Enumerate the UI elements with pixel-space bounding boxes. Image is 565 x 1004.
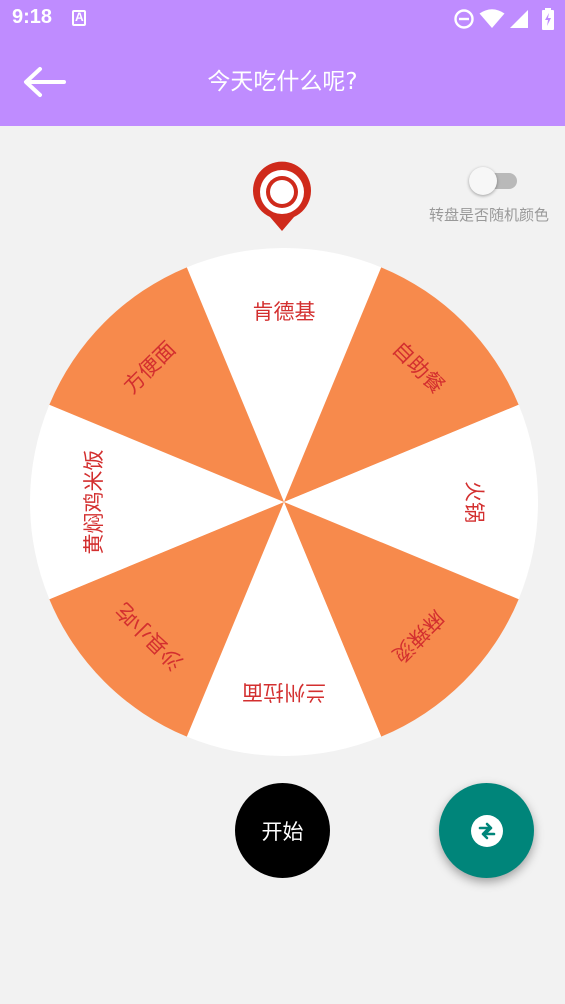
battery-icon (542, 8, 554, 30)
wifi-icon (479, 9, 505, 28)
swap-arrows-icon (478, 822, 495, 839)
wheel-segment-label: 黄焖鸡米饭 (82, 450, 106, 555)
status-time: 9:18 (12, 6, 53, 28)
toolbar: 今天吃什么呢? (0, 38, 565, 126)
arrow-left-icon (24, 67, 66, 97)
signal-icon (510, 10, 528, 28)
random-color-label: 转盘是否随机颜色 (428, 206, 549, 224)
start-button[interactable]: 开始 (235, 783, 330, 878)
do-not-disturb-icon (454, 9, 474, 29)
swap-icon-bg (470, 814, 503, 847)
page-title: 今天吃什么呢? (207, 69, 358, 95)
wheel-segment-label: 火锅 (462, 481, 486, 523)
map-pin-icon (253, 161, 311, 231)
back-button[interactable] (14, 52, 74, 112)
swap-fab-button[interactable] (439, 783, 534, 878)
wheel-segment-label: 兰州拉面 (242, 680, 326, 704)
status-bar: 9:18 (0, 0, 565, 38)
wheel-segment-label: 肯德基 (253, 300, 316, 324)
random-color-toggle[interactable] (469, 167, 497, 195)
prize-wheel[interactable]: 肯德基自助餐火锅麻辣烫兰州拉面沙县小吃黄焖鸡米饭方便面 (30, 248, 538, 756)
accessibility-a-icon (72, 10, 86, 26)
random-color-toggle-group: 转盘是否随机颜色 (409, 164, 549, 228)
